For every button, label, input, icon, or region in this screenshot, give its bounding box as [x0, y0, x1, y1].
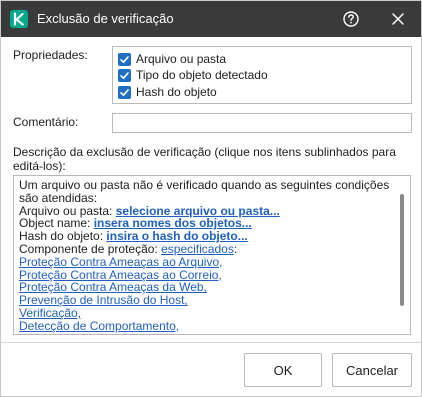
description-intro-line: Um arquivo ou pasta não é verificado qua… — [19, 178, 390, 192]
properties-label: Propriedades: — [13, 48, 88, 62]
component-suffix: : — [233, 241, 238, 256]
property-object-hash[interactable]: Hash do objeto — [118, 84, 217, 100]
window-title: Exclusão de verificação — [37, 11, 174, 26]
cancel-button[interactable]: Cancelar — [332, 353, 412, 387]
description-box: Um arquivo ou pasta não é verificado qua… — [13, 175, 411, 335]
property-label: Hash do objeto — [136, 85, 217, 99]
comment-label: Comentário: — [13, 115, 79, 129]
help-icon[interactable] — [342, 10, 360, 28]
title-bar: Exclusão de verificação — [1, 1, 421, 37]
checkbox-checked-icon[interactable] — [118, 85, 131, 99]
app-logo-icon — [10, 10, 28, 28]
close-icon[interactable] — [389, 10, 407, 28]
description-label: Descrição da exclusão de verificação (cl… — [13, 145, 396, 173]
component-link[interactable]: Detecção de Comportamento, — [19, 319, 179, 333]
checkbox-checked-icon[interactable] — [118, 52, 131, 66]
footer-divider — [1, 342, 421, 343]
properties-list: Arquivo ou pasta Tipo do objeto detectad… — [112, 46, 412, 104]
property-label: Tipo do objeto detectado — [136, 68, 268, 82]
scan-exclusion-dialog: Exclusão de verificação Propriedades: Ar… — [0, 0, 422, 397]
property-object-type[interactable]: Tipo do objeto detectado — [118, 67, 268, 83]
comment-input[interactable] — [112, 113, 412, 133]
property-label: Arquivo ou pasta — [136, 52, 227, 66]
description-scrollbar[interactable] — [400, 194, 404, 306]
checkbox-checked-icon[interactable] — [118, 68, 131, 82]
ok-button[interactable]: OK — [244, 353, 322, 387]
property-file-or-folder[interactable]: Arquivo ou pasta — [118, 51, 226, 67]
